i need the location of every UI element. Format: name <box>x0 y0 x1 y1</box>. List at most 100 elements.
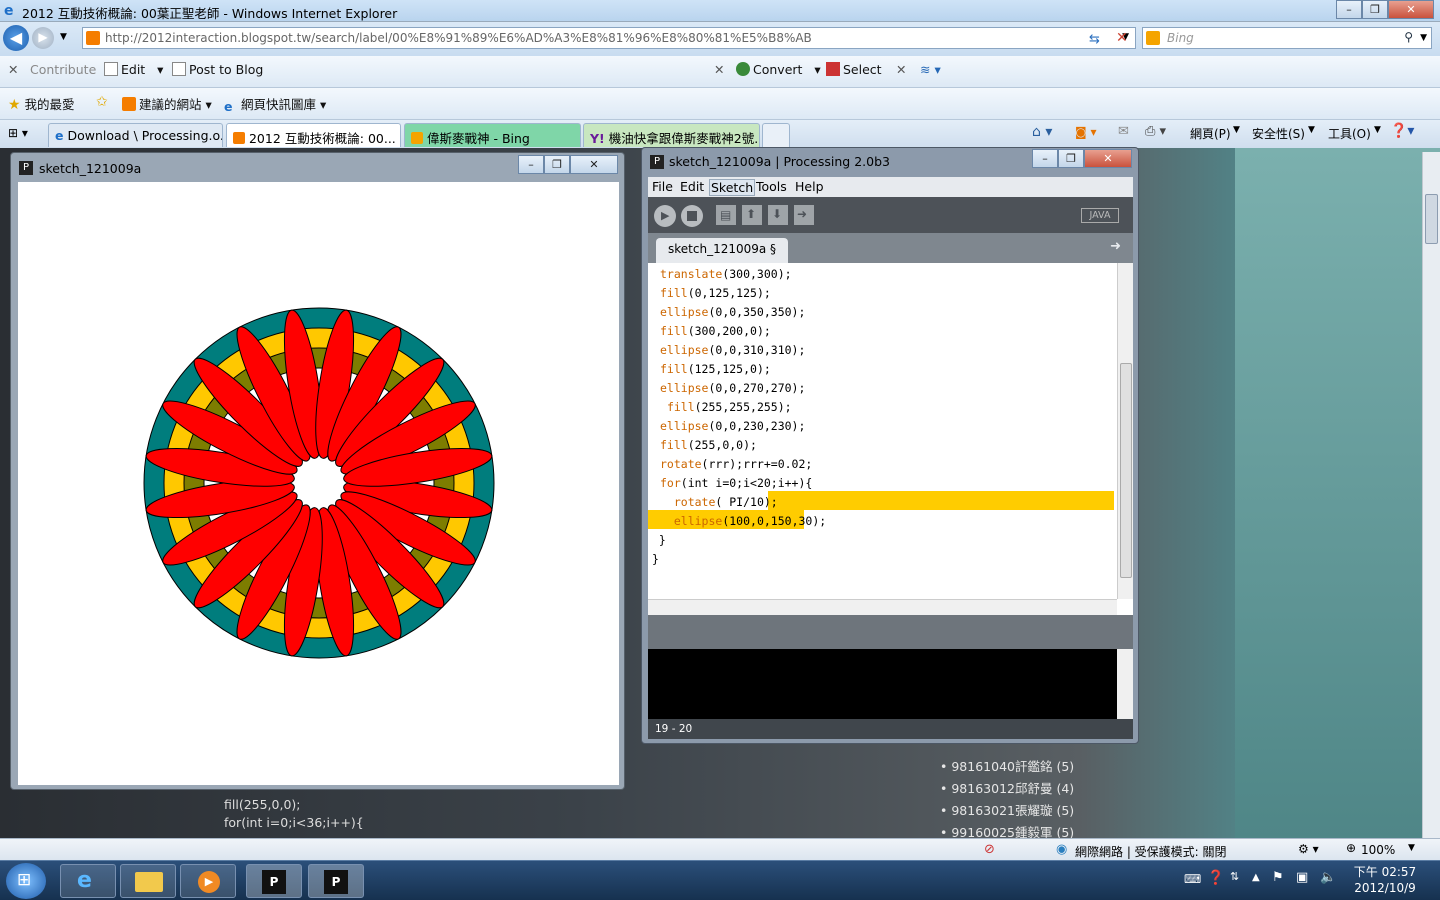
tracking-icon[interactable]: ⊘ <box>984 842 995 857</box>
refresh-icon[interactable]: ⇆ <box>1089 32 1100 47</box>
help-icon[interactable]: ❓▾ <box>1390 123 1414 139</box>
tab-sketch-file[interactable]: sketch_121009a § <box>656 238 789 263</box>
taskbar-explorer[interactable] <box>120 864 176 898</box>
code-line: fill(125,125,0); <box>660 362 771 376</box>
menu-edit[interactable]: Edit <box>680 179 704 194</box>
ide-minimize-button[interactable]: – <box>1032 149 1058 168</box>
search-icon[interactable]: ⚲ <box>1404 30 1413 44</box>
list-item[interactable]: • 98163021張耀璇 (5) <box>940 800 1074 822</box>
sketch-minimize-button[interactable]: – <box>518 155 544 174</box>
list-item[interactable]: • 98163012邱舒曼 (4) <box>940 778 1074 800</box>
favorites-button[interactable]: ★ 我的最愛 <box>8 94 75 113</box>
sketch-close-button[interactable]: ✕ <box>570 155 618 174</box>
convert-button[interactable]: Convert ▾ <box>736 62 821 77</box>
address-input[interactable]: http://2012interaction.blogspot.tw/searc… <box>105 31 812 45</box>
menu-help[interactable]: Help <box>795 179 824 194</box>
sketch-maximize-button[interactable]: ❐ <box>544 155 570 174</box>
history-dropdown-icon[interactable]: ▼ <box>60 32 67 42</box>
menu-file[interactable]: File <box>652 179 673 194</box>
menu-sketch[interactable]: Sketch <box>709 179 756 196</box>
console-vscroll[interactable] <box>1117 649 1133 719</box>
back-button[interactable]: ◀ <box>3 25 29 51</box>
maximize-button[interactable]: ❐ <box>1362 0 1388 19</box>
page-menu[interactable]: 網頁(P) <box>1190 125 1231 142</box>
run-button[interactable]: ▶ <box>654 205 676 227</box>
save-button[interactable]: ⬇ <box>768 205 788 225</box>
zoom-settings-icon[interactable]: ⚙ ▾ <box>1298 842 1319 856</box>
blog-code-snippet: fill(255,0,0); for(int i=0;i<36;i++){ <box>224 797 364 830</box>
new-button[interactable]: ▤ <box>716 205 736 225</box>
mode-selector[interactable]: JAVA <box>1081 208 1119 223</box>
start-button[interactable]: ⊞ <box>6 863 46 899</box>
zoom-icon[interactable]: ⊕ <box>1346 841 1356 855</box>
safety-menu-arrow-icon[interactable]: ▼ <box>1308 125 1315 135</box>
home-icon[interactable]: ⌂ ▾ <box>1032 124 1052 140</box>
post-to-blog-button[interactable]: Post to Blog <box>172 62 263 77</box>
tab-menu-arrow-icon[interactable]: ➜ <box>1110 239 1121 254</box>
editor-hscroll[interactable] <box>648 599 1117 615</box>
list-item[interactable]: • 98161040訐鑑銘 (5) <box>940 756 1074 778</box>
code-editor[interactable]: translate(300,300); fill(0,125,125); ellip… <box>648 263 1133 615</box>
webslice-gallery-button[interactable]: e 網頁快訊圖庫 ▾ <box>224 94 326 114</box>
stop-icon[interactable]: ✕ <box>1116 30 1128 46</box>
wallpaper-teal-panel <box>1235 148 1440 838</box>
close-toolbar2-icon[interactable]: ✕ <box>714 62 724 77</box>
address-bar[interactable]: http://2012interaction.blogspot.tw/searc… <box>82 27 1136 49</box>
menu-tools[interactable]: Tools <box>756 179 787 194</box>
close-button[interactable]: ✕ <box>1388 0 1434 19</box>
clock[interactable]: 下午 02:57 2012/10/9 <box>1350 864 1420 896</box>
ide-console[interactable] <box>648 649 1133 719</box>
tab-processing-download[interactable]: e Download \ Processing.o... <box>48 123 223 147</box>
search-dropdown-icon[interactable]: ▼ <box>1420 33 1427 43</box>
search-bar[interactable]: Bing ⚲ ▼ <box>1142 27 1432 49</box>
taskbar-processing-1[interactable]: P <box>246 864 302 898</box>
ide-close-button[interactable]: ✕ <box>1084 149 1132 168</box>
forward-button[interactable]: ▶ <box>32 27 54 49</box>
tools-menu-arrow-icon[interactable]: ▼ <box>1374 125 1381 135</box>
close-toolbar-icon[interactable]: ✕ <box>8 62 18 77</box>
edit-button[interactable]: Edit ▾ <box>104 62 163 77</box>
select-button[interactable]: Select <box>826 62 882 77</box>
taskbar-media[interactable]: ▶ <box>180 864 236 898</box>
tab-bing[interactable]: 偉斯麥戰神 - Bing <box>404 123 581 147</box>
keyboard-icon[interactable]: ⌨ <box>1184 872 1201 886</box>
editor-vscroll[interactable] <box>1117 263 1133 599</box>
page-menu-arrow-icon[interactable]: ▼ <box>1233 125 1240 135</box>
print-icon[interactable]: ⎙ ▾ <box>1145 124 1166 139</box>
volume-icon[interactable]: 🔈 <box>1320 870 1336 885</box>
tools-menu[interactable]: 工具(O) <box>1328 125 1371 142</box>
taskbar-processing-2[interactable]: P <box>308 864 364 898</box>
mail-icon[interactable]: ✉ <box>1118 124 1129 139</box>
open-button[interactable]: ⬆ <box>742 205 762 225</box>
add-favorite-icon[interactable]: ✩ <box>96 94 108 110</box>
help-tray-icon[interactable]: ❓ <box>1207 870 1224 886</box>
internet-zone-icon: ◉ <box>1056 842 1068 857</box>
tab-blog-active[interactable]: 2012 互動技術概論: 00... ✕ <box>226 123 401 147</box>
export-button[interactable]: ➜ <box>794 205 814 225</box>
suggested-sites-button[interactable]: 建議的網站 ▾ <box>122 94 212 113</box>
safety-menu[interactable]: 安全性(S) <box>1252 125 1305 142</box>
show-hidden-icons[interactable]: ▲ <box>1252 872 1260 883</box>
input-method-icon[interactable]: ⇅ <box>1230 870 1239 883</box>
new-tab-button[interactable] <box>762 123 790 147</box>
search-input[interactable]: Bing <box>1167 31 1194 45</box>
wifi-icon[interactable]: ≋ ▾ <box>920 62 941 77</box>
taskbar-ie[interactable]: e <box>60 864 116 898</box>
flag-icon[interactable]: ⚑ <box>1272 870 1284 885</box>
zoom-dropdown-icon[interactable]: ▼ <box>1408 843 1415 853</box>
network-icon[interactable]: ▣ <box>1296 870 1308 885</box>
minimize-button[interactable]: – <box>1336 0 1362 19</box>
stop-button[interactable] <box>681 205 703 227</box>
zoom-level[interactable]: 100% <box>1361 843 1395 857</box>
close-toolbar3-icon[interactable]: ✕ <box>896 62 906 77</box>
code-line: } <box>652 552 659 566</box>
tab-yahoo[interactable]: Y! 機油快拿跟偉斯麥戰神2號... <box>583 123 760 147</box>
quick-tabs-icon[interactable]: ⊞ ▾ <box>8 126 28 140</box>
close-tab-icon[interactable]: ✕ <box>400 131 401 146</box>
rss-icon[interactable]: ◙ ▾ <box>1075 125 1096 139</box>
sketch-canvas[interactable] <box>18 182 619 785</box>
ie-status-bar: ⊘ ◉ 網際網路 | 受保護模式: 關閉 ⚙ ▾ ⊕ 100% ▼ <box>0 838 1440 860</box>
ide-maximize-button[interactable]: ❐ <box>1058 149 1084 168</box>
contribute-button[interactable]: Contribute <box>30 62 96 77</box>
blog-scrollbar[interactable] <box>1422 152 1440 838</box>
